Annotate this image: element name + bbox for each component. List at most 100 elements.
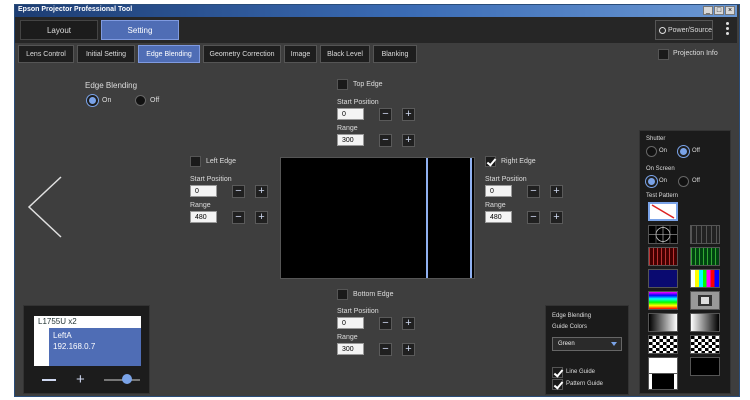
top-start-position-field[interactable]: 0 [337,108,364,120]
app-window: Epson Projector Professional Tool _ □ × … [14,4,740,397]
projector-model: L1755U x2 [38,317,77,326]
test-pattern-none[interactable] [648,202,678,221]
guide-color-dropdown[interactable]: Green [552,337,622,351]
tab-image[interactable]: Image [284,45,317,63]
test-pattern-green-grid[interactable] [690,247,720,266]
left-range-plus-button[interactable]: + [255,211,268,224]
right-edge-checkbox[interactable] [485,156,496,167]
on-screen-label: On Screen [646,166,675,172]
left-edge-checkbox[interactable] [190,156,201,167]
left-start-plus-button[interactable]: + [255,185,268,198]
edge-blending-on-radio[interactable] [87,95,98,106]
projector-name: LeftA [53,331,72,340]
zoom-slider-thumb[interactable] [122,374,132,384]
test-pattern-gray-grid[interactable] [690,225,720,244]
tab-setting[interactable]: Setting [101,20,179,40]
test-pattern-color-gradient[interactable] [648,291,678,310]
top-range-plus-button[interactable]: + [402,134,415,147]
top-range-minus-button[interactable]: − [379,134,392,147]
shutter-on-label: On [659,148,668,154]
left-start-position-label: Start Position [190,176,232,183]
test-pattern-gray-ramp-reverse[interactable] [690,313,720,332]
power-source-label: Power/Source [668,27,712,34]
left-range-minus-button[interactable]: − [232,211,245,224]
projector-tile-lefta[interactable]: LeftA 192.168.0.7 [49,328,141,366]
tab-initial-setting[interactable]: Initial Setting [77,45,135,63]
top-start-minus-button[interactable]: − [379,108,392,121]
edge-blending-on-label: On [102,97,112,104]
right-range-minus-button[interactable]: − [527,211,540,224]
blending-preview-screen [280,157,475,279]
guide-colors-label: Guide Colors [552,324,588,330]
shutter-on-radio[interactable] [646,146,657,157]
test-pattern-blue[interactable] [648,269,678,288]
bottom-range-minus-button[interactable]: − [379,343,392,356]
test-pattern-color-bars[interactable] [690,269,720,288]
minimize-icon[interactable]: _ [703,6,713,15]
tab-black-level[interactable]: Black Level [320,45,370,63]
line-guide-checkbox[interactable] [552,367,563,378]
chevron-down-icon [611,342,617,346]
right-edge-guide-line [426,158,428,278]
right-start-plus-button[interactable]: + [550,185,563,198]
edge-blending-off-label: Off [150,97,160,104]
top-edge-label: Top Edge [353,81,383,88]
test-pattern-frame[interactable] [648,373,678,390]
shutter-off-radio[interactable] [678,146,689,157]
test-pattern-black[interactable] [690,357,720,376]
bottom-start-plus-button[interactable]: + [402,317,415,330]
tab-edge-blending[interactable]: Edge Blending [138,45,200,63]
left-start-minus-button[interactable]: − [232,185,245,198]
pattern-guide-checkbox[interactable] [552,379,563,390]
projection-info-checkbox[interactable] [658,49,669,60]
on-screen-off-label: Off [692,178,700,184]
right-range-field[interactable]: 480 [485,211,512,223]
line-guide-label: Line Guide [566,369,596,375]
right-range-plus-button[interactable]: + [550,211,563,224]
bottom-start-minus-button[interactable]: − [379,317,392,330]
zoom-in-icon[interactable]: + [76,372,85,387]
right-edge-label: Right Edge [501,158,536,165]
top-range-label: Range [337,125,358,132]
right-start-minus-button[interactable]: − [527,185,540,198]
test-pattern-circle-grid[interactable] [648,225,678,244]
maximize-icon[interactable]: □ [714,6,724,15]
power-source-button[interactable]: Power/Source [655,20,713,40]
on-screen-on-label: On [659,178,668,184]
close-icon[interactable]: × [725,6,735,15]
right-range-label: Range [485,202,506,209]
tab-blanking[interactable]: Blanking [373,45,417,63]
projector-layout-panel: L1755U x2 LeftA 192.168.0.7 + [23,305,150,394]
screen-border-line [470,158,472,278]
top-range-field[interactable]: 300 [337,134,364,146]
tab-lens-control[interactable]: Lens Control [18,45,74,63]
right-start-position-field[interactable]: 0 [485,185,512,197]
left-range-field[interactable]: 480 [190,211,217,223]
test-pattern-gray-ramp[interactable] [648,313,678,332]
test-pattern-checker-1[interactable] [648,335,678,354]
test-pattern-label: Test Pattern [646,193,679,199]
edge-blending-guide-panel: Edge Blending Guide Colors Green Line Gu… [545,305,629,395]
top-start-plus-button[interactable]: + [402,108,415,121]
bottom-range-plus-button[interactable]: + [402,343,415,356]
guide-color-value: Green [558,341,575,347]
previous-arrow-icon[interactable] [27,175,63,239]
edge-blending-off-radio[interactable] [135,95,146,106]
top-edge-checkbox[interactable] [337,79,348,90]
on-screen-on-radio[interactable] [646,176,657,187]
test-pattern-red-grid[interactable] [648,247,678,266]
power-icon [659,27,666,34]
test-pattern-logo-gray[interactable] [690,291,720,310]
on-screen-off-radio[interactable] [678,176,689,187]
projector-card[interactable]: L1755U x2 LeftA 192.168.0.7 [34,316,141,366]
bottom-range-field[interactable]: 300 [337,343,364,355]
zoom-out-icon[interactable] [42,379,56,381]
left-start-position-field[interactable]: 0 [190,185,217,197]
bottom-start-position-field[interactable]: 0 [337,317,364,329]
test-pattern-checker-2[interactable] [690,335,720,354]
more-menu-icon[interactable] [726,22,729,37]
tab-layout[interactable]: Layout [20,20,98,40]
tab-geometry-correction[interactable]: Geometry Correction [203,45,281,63]
bottom-edge-checkbox[interactable] [337,289,348,300]
top-start-position-label: Start Position [337,99,379,106]
